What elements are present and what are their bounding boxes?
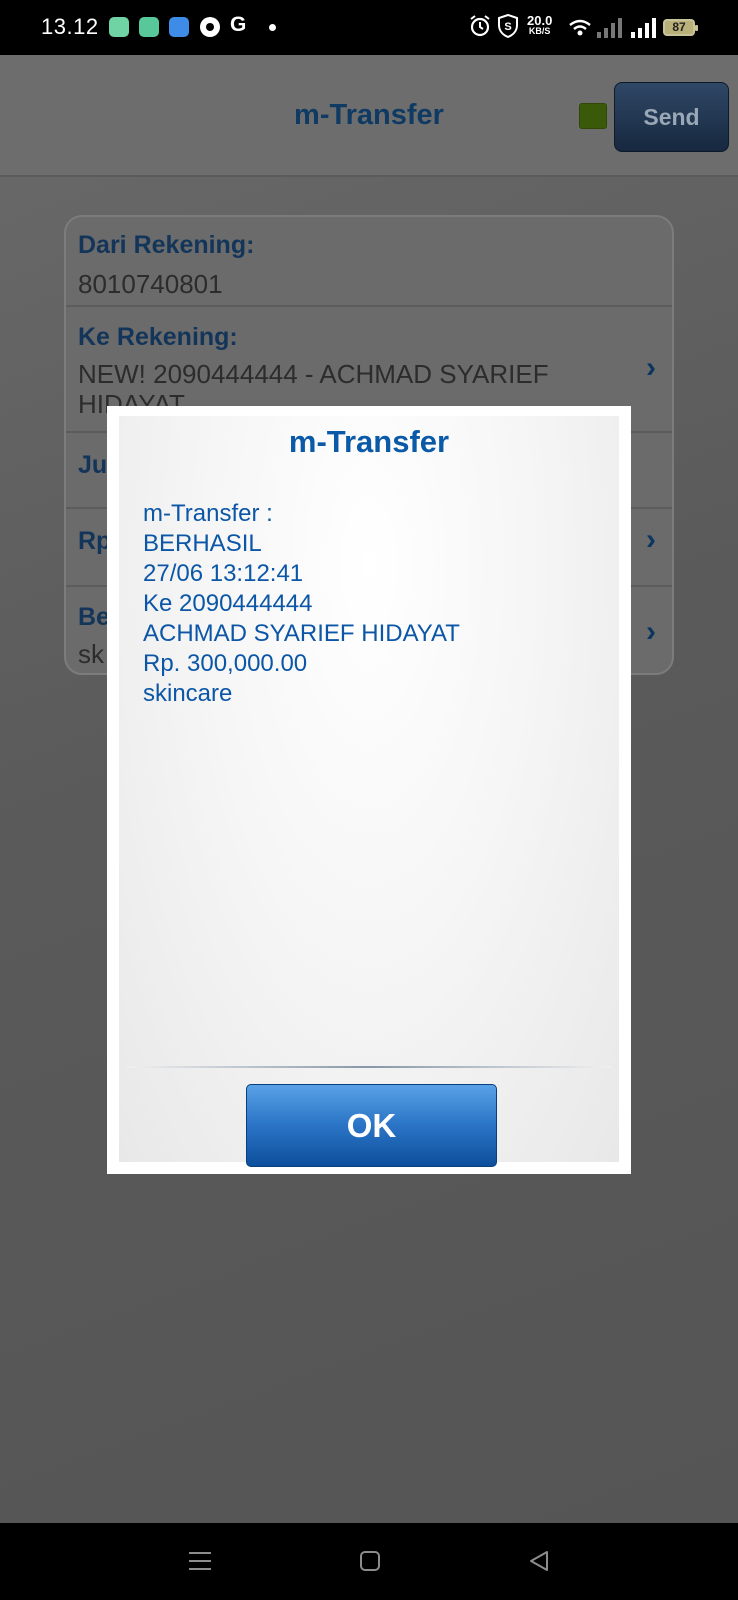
chevron-right-icon: › — [646, 615, 656, 648]
network-speed: 20.0 KB/S — [527, 13, 553, 37]
note-label: Be — [78, 603, 110, 631]
message-line: BERHASIL — [143, 530, 262, 557]
connection-status-indicator — [579, 103, 607, 129]
message-line: m-Transfer : — [143, 500, 273, 527]
wifi-icon — [569, 19, 591, 36]
message-line: Rp. 300,000.00 — [143, 650, 308, 677]
app-icon-3 — [169, 17, 189, 37]
from-account-row[interactable]: Dari Rekening: 8010740801 — [66, 217, 672, 307]
from-account-label: Dari Rekening: — [78, 231, 255, 259]
home-icon[interactable] — [359, 1549, 381, 1573]
message-line: Ke 2090444444 — [143, 590, 313, 617]
menu-icon[interactable] — [188, 1549, 212, 1573]
from-account-value: 8010740801 — [78, 269, 223, 299]
battery-icon: 87 — [663, 19, 698, 36]
app-icon-4 — [200, 17, 220, 37]
back-icon[interactable] — [527, 1549, 551, 1573]
chevron-right-icon: › — [646, 523, 656, 556]
alarm-icon — [470, 15, 490, 37]
ok-button[interactable]: OK — [246, 1084, 497, 1167]
status-bar: 13.12 G S 20.0 KB/S 87 — [0, 0, 738, 55]
network-speed-value: 20.0 — [527, 13, 553, 28]
dialog-divider — [127, 1066, 611, 1068]
shield-s-icon: S — [498, 14, 518, 38]
message-line: skincare — [143, 680, 233, 707]
send-button[interactable]: Send — [614, 82, 729, 152]
navigation-bar — [0, 1523, 738, 1600]
network-speed-unit: KB/S — [528, 26, 551, 36]
svg-text:S: S — [504, 21, 511, 33]
note-value: sk — [78, 639, 104, 669]
amount-label: Ju — [78, 451, 108, 479]
dialog-title: m-Transfer — [288, 424, 450, 459]
signal-icon — [597, 18, 622, 38]
to-account-label: Ke Rekening: — [78, 323, 238, 351]
notification-dot-icon — [269, 24, 276, 31]
google-icon: G — [230, 13, 247, 36]
result-dialog: m-Transfer m-Transfer : BERHASIL 27/06 1… — [107, 406, 631, 1174]
message-line: 27/06 13:12:41 — [143, 560, 304, 587]
app-icon-1 — [109, 17, 129, 37]
status-time: 13.12 — [41, 14, 99, 39]
dialog-content: m-Transfer m-Transfer : BERHASIL 27/06 1… — [119, 416, 619, 1167]
app-icon-2 — [139, 17, 159, 37]
app-header: m-Transfer Send — [0, 55, 738, 177]
chevron-right-icon: › — [646, 351, 656, 384]
message-line: ACHMAD SYARIEF HIDAYAT — [143, 620, 460, 647]
signal-icon — [631, 18, 656, 38]
